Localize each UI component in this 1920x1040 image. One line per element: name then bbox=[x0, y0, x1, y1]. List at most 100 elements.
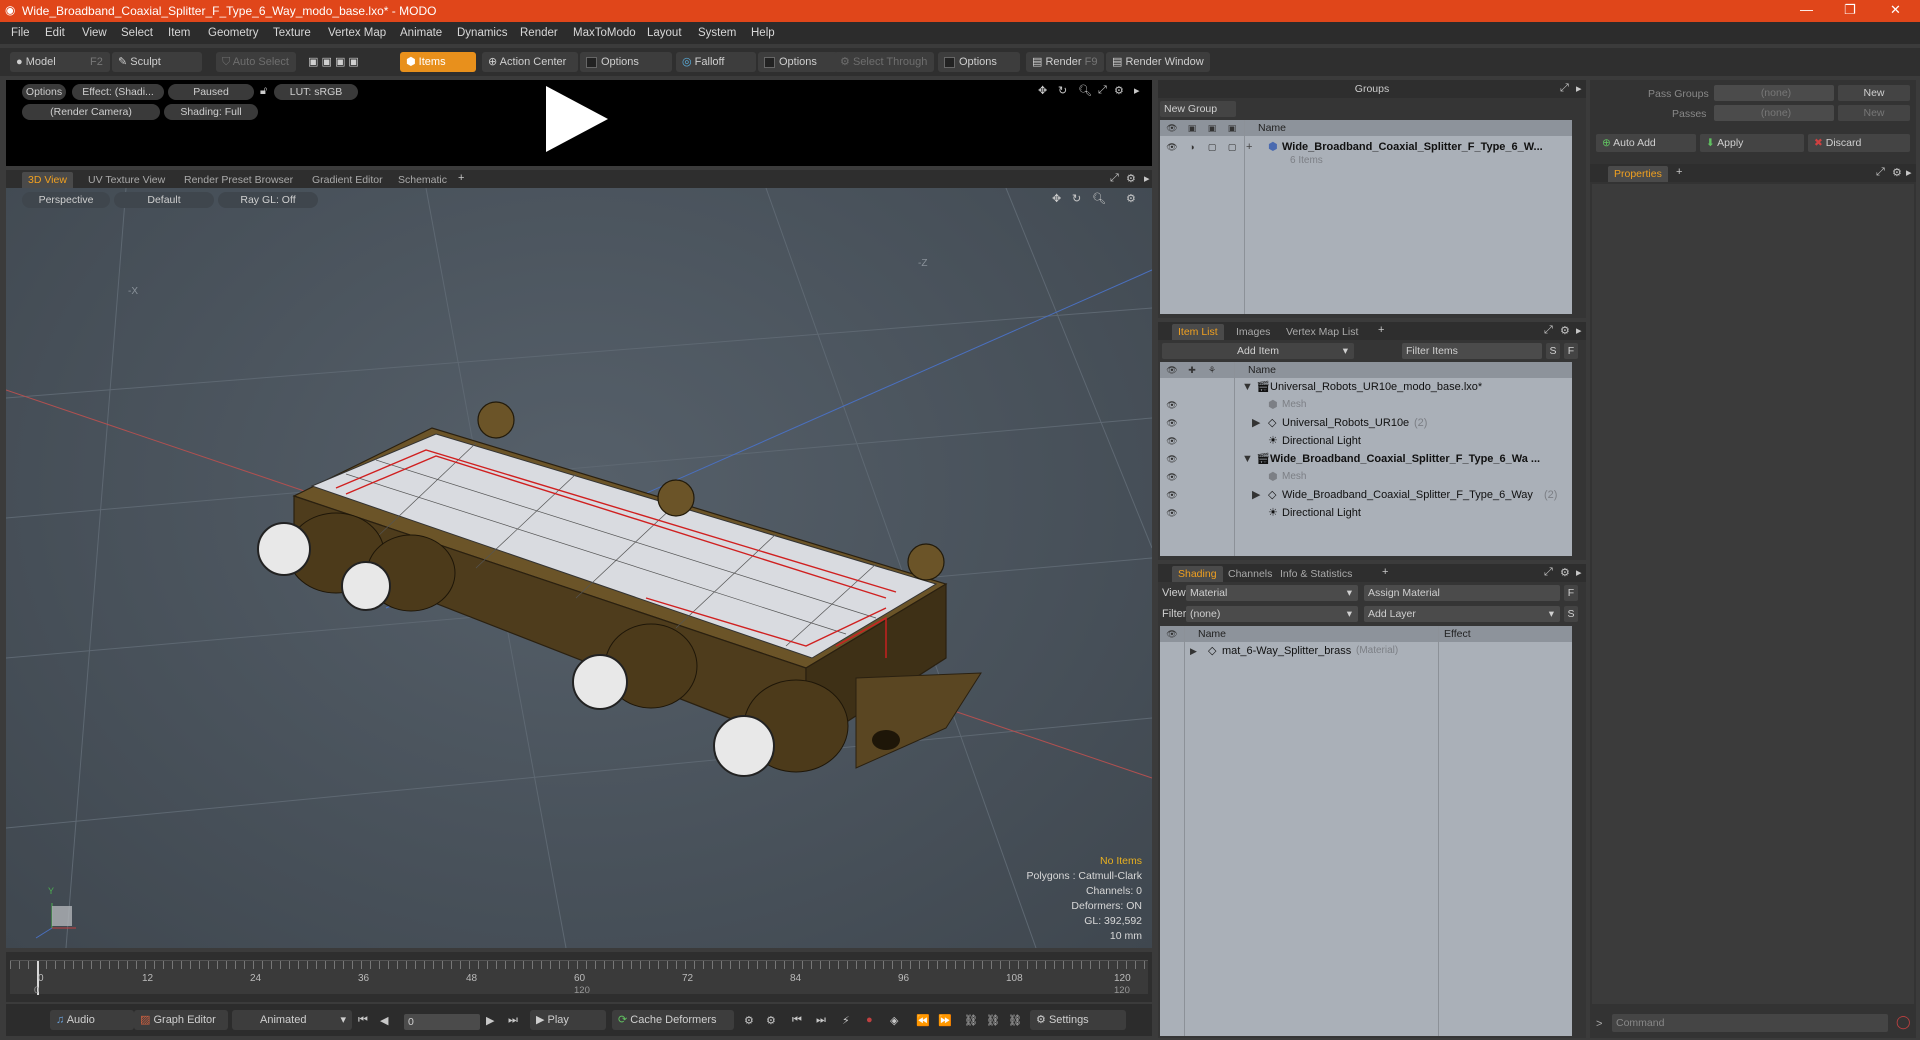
raygl-dropdown[interactable]: Ray GL: Off bbox=[218, 192, 318, 208]
preview-effect-dropdown[interactable]: Effect: (Shadi... bbox=[72, 84, 164, 100]
menu-render[interactable]: Render bbox=[520, 27, 558, 39]
material-row[interactable]: ▶ ◇ mat_6-Way_Splitter_brass (Material) bbox=[1160, 642, 1572, 660]
lock-icon[interactable]: 🔓︎ bbox=[260, 85, 267, 98]
action-center-options[interactable]: Options bbox=[580, 52, 672, 72]
auto-key-icon[interactable]: ⚡ bbox=[842, 1014, 850, 1027]
maximize-icon[interactable]: ⤢ bbox=[1876, 166, 1885, 179]
menu-edit[interactable]: Edit bbox=[45, 27, 65, 39]
add-tab-icon[interactable]: + bbox=[1382, 566, 1388, 578]
menu-texture[interactable]: Texture bbox=[273, 27, 311, 39]
settings-button[interactable]: ⚙ Settings bbox=[1030, 1010, 1126, 1030]
camera-dropdown[interactable]: (Render Camera) bbox=[22, 104, 160, 120]
audio-button[interactable]: ♫ Audio bbox=[50, 1010, 134, 1030]
pass-groups-dropdown[interactable]: (none) bbox=[1714, 85, 1834, 101]
animated-dropdown[interactable]: Animated ▾ bbox=[232, 1010, 352, 1030]
assign-material-button[interactable]: Assign Material bbox=[1364, 585, 1560, 601]
action-center-button[interactable]: ⊕ Action Center bbox=[482, 52, 578, 72]
gear-icon[interactable]: ⚙ bbox=[1560, 566, 1570, 579]
eye-icon[interactable]: 👁︎ bbox=[1166, 396, 1178, 414]
collapse-icon[interactable]: ▼ bbox=[1242, 450, 1253, 468]
maximize-icon[interactable]: ⤢ bbox=[1544, 324, 1553, 337]
view-dropdown[interactable]: Material ▾ bbox=[1186, 585, 1358, 601]
play-button[interactable]: ▶ Play bbox=[530, 1010, 606, 1030]
record-macro-icon[interactable]: ◯ bbox=[1896, 1014, 1911, 1030]
menu-geometry[interactable]: Geometry bbox=[208, 27, 259, 39]
add-item-dropdown[interactable]: Add Item ▾ bbox=[1162, 343, 1354, 359]
materials-icon[interactable]: ▣ bbox=[348, 56, 358, 68]
maximize-icon[interactable]: ⤢ bbox=[1110, 172, 1119, 185]
minimize-icon[interactable]: — bbox=[1800, 2, 1813, 17]
gear-icon[interactable]: ⚙ bbox=[1114, 84, 1124, 97]
eye-icon[interactable]: 👁︎ bbox=[1166, 468, 1178, 486]
chevron-right-icon[interactable]: ▸ bbox=[1576, 82, 1582, 95]
zoom-icon[interactable]: 🔍︎ bbox=[1092, 192, 1106, 205]
render-button[interactable]: ▤ Render F9 bbox=[1026, 52, 1104, 72]
menu-system[interactable]: System bbox=[698, 27, 736, 39]
eye-icon[interactable]: 👁︎ bbox=[1166, 486, 1178, 504]
add-layer-dropdown[interactable]: Add Layer ▾ bbox=[1364, 606, 1560, 622]
key-prev-icon[interactable]: ⏮ bbox=[792, 1014, 802, 1027]
maximize-icon[interactable]: ⤢ bbox=[1560, 82, 1569, 95]
s-button[interactable]: S bbox=[1564, 606, 1578, 622]
filter-dropdown[interactable]: (none) ▾ bbox=[1186, 606, 1358, 622]
prev-key-icon[interactable]: ⏪ bbox=[916, 1014, 930, 1027]
expand-icon[interactable]: + bbox=[1246, 138, 1252, 156]
current-frame-input[interactable]: 0 bbox=[404, 1014, 480, 1030]
cache-deformers-button[interactable]: ⟳ Cache Deformers bbox=[612, 1010, 734, 1030]
list-item[interactable]: 👁︎ ◑ ▢ ▢ + ⬢ Wide_Broadband_Coaxial_Spli… bbox=[1160, 138, 1572, 156]
eye-icon[interactable]: 👁︎ bbox=[1166, 504, 1178, 522]
default-dropdown[interactable]: Default bbox=[114, 192, 214, 208]
falloff-options[interactable]: Options bbox=[758, 52, 838, 72]
select-toggle[interactable]: ▢ bbox=[1226, 138, 1238, 156]
eye-icon[interactable]: 👁︎ bbox=[1166, 138, 1178, 156]
tab-3d-view[interactable]: 3D View bbox=[22, 172, 73, 188]
gear-icon[interactable]: ⚙ bbox=[1126, 172, 1136, 185]
collapse-icon[interactable]: ▼ bbox=[1242, 378, 1253, 396]
rotate-icon[interactable]: ↻ bbox=[1058, 84, 1067, 97]
timeline-track[interactable]: 0 12 24 36 48 60 72 84 96 108 120 0 120 … bbox=[10, 960, 1148, 996]
move-icon[interactable]: ✥ bbox=[1052, 192, 1061, 205]
link-icon[interactable]: ⛓ bbox=[1008, 1014, 1022, 1027]
tree-row-mesh2[interactable]: 👁︎ ⬢ Mesh bbox=[1160, 468, 1572, 486]
tab-gradient-editor[interactable]: Gradient Editor bbox=[306, 172, 389, 188]
shader-tree[interactable]: 👁︎ Name Effect ▶ ◇ mat_6-Way_Splitter_br… bbox=[1160, 626, 1572, 1036]
menu-animate[interactable]: Animate bbox=[400, 27, 442, 39]
chevron-right-icon[interactable]: ▸ bbox=[1134, 84, 1140, 97]
link-icon[interactable]: ⛓ bbox=[964, 1014, 978, 1027]
key-icon[interactable]: ⚙ bbox=[744, 1014, 754, 1027]
apply-button[interactable]: ⬇ Apply bbox=[1700, 134, 1804, 152]
graph-editor-button[interactable]: ▨ Graph Editor bbox=[134, 1010, 228, 1030]
chevron-right-icon[interactable]: ▸ bbox=[1906, 166, 1912, 179]
tab-shading[interactable]: Shading bbox=[1172, 566, 1223, 582]
menu-maxtomodo[interactable]: MaxToModo bbox=[573, 27, 636, 39]
add-tab-icon[interactable]: + bbox=[458, 172, 464, 184]
tab-info-statistics[interactable]: Info & Statistics bbox=[1274, 566, 1358, 582]
link-icon[interactable]: ⛓ bbox=[986, 1014, 1000, 1027]
3d-viewport[interactable]: Perspective Default Ray GL: Off ✥ ↻ 🔍︎ ⚙… bbox=[6, 188, 1152, 948]
next-key-icon[interactable]: ⏩ bbox=[938, 1014, 952, 1027]
step-forward-icon[interactable]: ▶ bbox=[486, 1014, 494, 1027]
restore-icon[interactable]: ❐ bbox=[1844, 2, 1856, 18]
rotate-icon[interactable]: ↻ bbox=[1072, 192, 1081, 205]
eye-icon[interactable]: 👁︎ bbox=[1166, 432, 1178, 450]
gear-icon[interactable]: ⚙ bbox=[1126, 192, 1136, 205]
expand-icon[interactable]: ▶ bbox=[1252, 414, 1260, 432]
model-mode-button[interactable]: ● Model F2 bbox=[10, 52, 110, 72]
expand-icon[interactable]: ▶ bbox=[1252, 486, 1260, 504]
gear-icon[interactable]: ⚙ bbox=[1560, 324, 1570, 337]
tab-render-preset-browser[interactable]: Render Preset Browser bbox=[178, 172, 299, 188]
tree-row-splitter[interactable]: 👁︎ ▶ ◇ Wide_Broadband_Coaxial_Splitter_F… bbox=[1160, 486, 1572, 504]
maximize-icon[interactable]: ⤢ bbox=[1544, 566, 1553, 579]
menu-layout[interactable]: Layout bbox=[647, 27, 682, 39]
menu-dynamics[interactable]: Dynamics bbox=[457, 27, 507, 39]
sculpt-mode-button[interactable]: ✎ Sculpt bbox=[112, 52, 202, 72]
step-back-icon[interactable]: ◀ bbox=[380, 1014, 388, 1027]
f-button[interactable]: F bbox=[1564, 585, 1578, 601]
chevron-right-icon[interactable]: ▸ bbox=[1576, 566, 1582, 579]
skip-start-icon[interactable]: ⏮ bbox=[358, 1014, 368, 1027]
tree-row-light1[interactable]: 👁︎ ☀ Directional Light bbox=[1160, 432, 1572, 450]
tree-row-light2[interactable]: 👁︎ ☀ Directional Light bbox=[1160, 504, 1572, 522]
record-icon[interactable]: ● bbox=[866, 1014, 873, 1026]
shading-dropdown[interactable]: Shading: Full bbox=[164, 104, 258, 120]
menu-file[interactable]: File bbox=[11, 27, 30, 39]
